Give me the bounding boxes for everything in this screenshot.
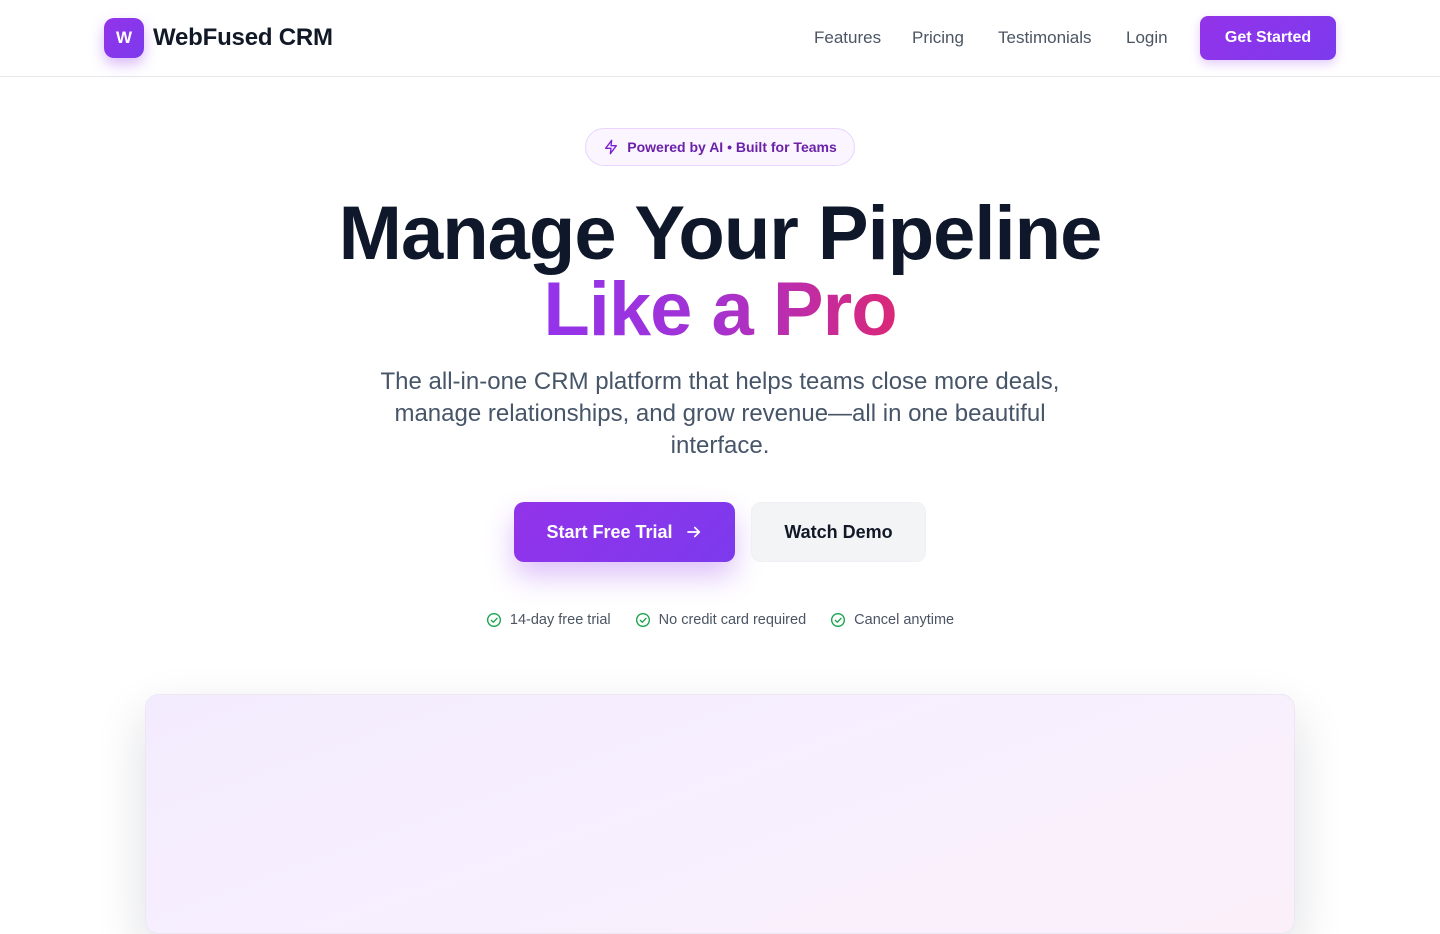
check-circle-icon — [486, 613, 501, 627]
perk-text: No credit card required — [658, 612, 807, 628]
perk-item: Cancel anytime — [830, 612, 954, 628]
perk-text: Cancel anytime — [854, 612, 955, 628]
perk-item: 14-day free trial — [486, 612, 611, 628]
check-circle-icon — [635, 613, 650, 627]
nav-link-testimonials[interactable]: Testimonials — [998, 28, 1092, 48]
hero-headline-accent: Like a Pro — [543, 267, 897, 352]
nav-link-pricing[interactable]: Pricing — [912, 28, 964, 48]
brand-link[interactable]: W WebFused CRM — [104, 18, 333, 58]
dashboard-preview-panel — [145, 694, 1295, 934]
check-circle-icon — [831, 613, 846, 627]
subtitle-line: interface. — [670, 432, 770, 459]
perk-item: No credit card required — [635, 612, 807, 628]
ai-badge: Powered by AI • Built for Teams — [585, 128, 855, 166]
arrow-right-icon — [686, 526, 700, 538]
subtitle-line: manage relationships, and grow revenue—a… — [394, 400, 1046, 427]
lightning-icon — [605, 139, 618, 155]
perk-text: 14-day free trial — [509, 612, 611, 628]
watch-demo-button[interactable]: Watch Demo — [751, 502, 926, 562]
nav-link-login[interactable]: Login — [1126, 28, 1168, 48]
hero-subtitle: The all-in-one CRM platform that helps t… — [340, 366, 1100, 462]
subtitle-line: The all-in-one CRM platform that helps t… — [380, 368, 1060, 395]
nav-link-features[interactable]: Features — [814, 28, 881, 48]
start-free-trial-button[interactable]: Start Free Trial — [514, 502, 735, 562]
get-started-button[interactable]: Get Started — [1200, 16, 1336, 60]
logo-letter: W — [115, 28, 133, 47]
brand-name: WebFused CRM — [153, 24, 333, 51]
logo-icon: W — [104, 18, 144, 58]
badge-text: Powered by AI • Built for Teams — [627, 139, 837, 155]
hero-headline-accent-line: Like a Pro — [0, 268, 1440, 352]
perks-list: 14-day free trial No credit card require… — [0, 608, 1440, 632]
top-navbar: W WebFused CRM Features Pricing Testimon… — [0, 0, 1440, 77]
hero-headline: Manage Your Pipeline — [338, 191, 1103, 276]
start-free-trial-label: Start Free Trial — [546, 521, 673, 542]
